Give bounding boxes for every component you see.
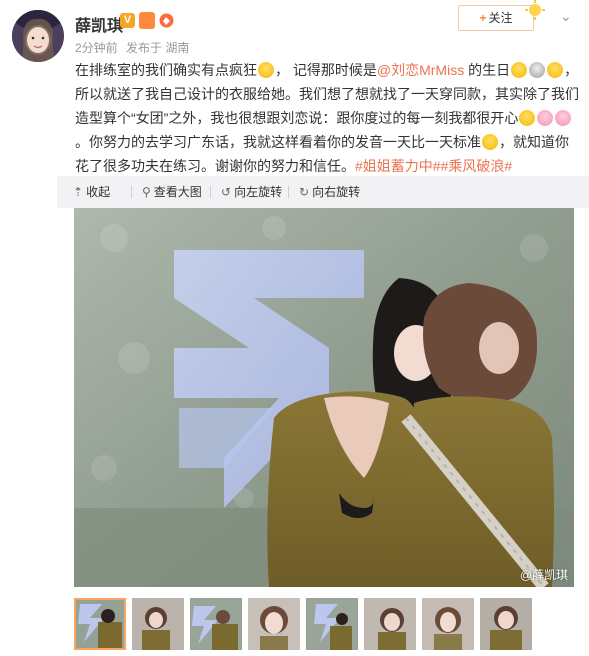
rotate-right-icon: ↻ (299, 185, 310, 199)
plus-icon: + (479, 11, 487, 25)
view-large-label: 查看大图 (153, 185, 202, 199)
user-avatar[interactable] (12, 10, 64, 62)
laughing-emoji-icon (258, 62, 274, 78)
thumbnail-3[interactable] (190, 598, 242, 650)
thumbnail-5[interactable] (306, 598, 358, 650)
image-toolbar: ⇡ 收起 ⚲ 查看大图 ↺ 向左旋转 ↻ 向右旋转 (57, 176, 589, 208)
follow-label: 关注 (488, 11, 513, 25)
collapse-icon: ⇡ (73, 185, 84, 199)
thumbnail-4[interactable] (248, 598, 300, 650)
post-text-5: 。你努力的去学习广东话，我就这样看着你的发音一天比一天标准 (75, 134, 481, 150)
rotate-right-label: 向右旋转 (312, 185, 361, 199)
post-meta: 2分钟前 发布于 湖南 (75, 39, 194, 56)
post-text-3: 的生日 (464, 62, 511, 78)
divider (131, 186, 132, 198)
post-time[interactable]: 2分钟前 (75, 41, 118, 55)
thumbnail-8[interactable] (480, 598, 532, 650)
magnify-icon: ⚲ (142, 185, 151, 199)
collapse-button[interactable]: ⇡ 收起 (73, 176, 110, 208)
hearts-emoji-icon (519, 110, 536, 126)
verified-icon: V (120, 13, 135, 28)
post-text: 在排练室的我们确实有点疯狂， 记得那时候是@刘恋MrMiss 的生日 ，所以就送了… (75, 58, 580, 178)
post-text-1: 在排练室的我们确实有点疯狂 (75, 62, 257, 78)
post-source: 发布于 湖南 (126, 41, 190, 55)
user-name[interactable]: 薛凯琪 (75, 12, 123, 36)
hearts-emoji-icon-3 (555, 110, 572, 126)
image-watermark: @薛凯琪 (519, 568, 568, 582)
post-text-2: ， 记得那时候是 (275, 62, 377, 78)
member-icon (139, 12, 155, 29)
sun-decoration-icon (525, 0, 545, 20)
hashtag-link[interactable]: #姐姐蓄力中##乘风破浪# (355, 158, 512, 174)
thumbnail-7[interactable] (422, 598, 474, 650)
chevron-down-icon[interactable]: ⌄ (560, 8, 572, 25)
mention-link[interactable]: @刘恋MrMiss (377, 62, 464, 78)
rotate-left-button[interactable]: ↺ 向左旋转 (221, 176, 282, 208)
rotate-left-label: 向左旋转 (234, 185, 283, 199)
thumbnail-6[interactable] (364, 598, 416, 650)
face-emoji-icon (529, 62, 546, 78)
divider (210, 186, 211, 198)
rotate-right-button[interactable]: ↻ 向右旋转 (299, 176, 360, 208)
fan-badge-icon (159, 13, 174, 28)
weibo-post: 薛凯琪 V 2分钟前 发布于 湖南 + 关注 ⌄ 在排练室的我们确实有点疯狂 ， 记… (0, 0, 589, 656)
heart-eyes-emoji-icon (482, 134, 498, 150)
divider (288, 186, 289, 198)
party-emoji-icon (547, 62, 564, 78)
collapse-label: 收起 (86, 185, 111, 199)
thumbnail-1[interactable] (74, 598, 126, 650)
rotate-left-icon: ↺ (221, 185, 232, 199)
thumbnail-2[interactable] (132, 598, 184, 650)
view-large-button[interactable]: ⚲ 查看大图 (142, 176, 202, 208)
tongue-emoji-icon (511, 62, 528, 78)
main-photo[interactable]: @薛凯琪 (74, 208, 574, 587)
hearts-emoji-icon-2 (537, 110, 554, 126)
